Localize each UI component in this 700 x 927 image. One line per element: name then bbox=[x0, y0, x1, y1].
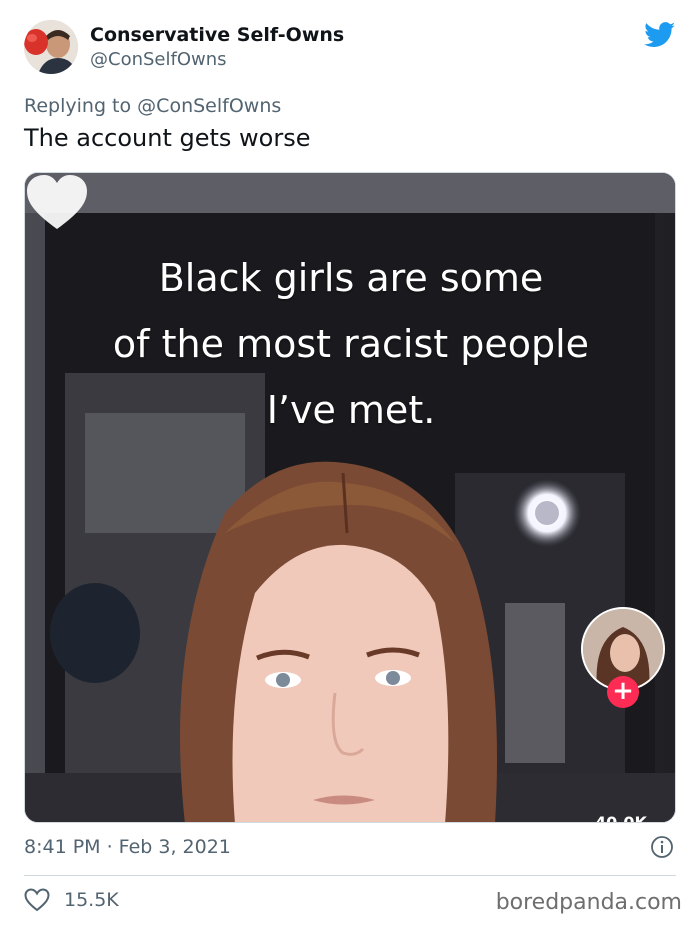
divider bbox=[24, 875, 676, 876]
author-handle[interactable]: @ConSelfOwns bbox=[90, 48, 344, 72]
video-caption: Black girls are some of the most racist … bbox=[25, 245, 675, 443]
author-names: Conservative Self-Owns @ConSelfOwns bbox=[90, 24, 344, 72]
watermark: boredpanda.com bbox=[495, 890, 682, 915]
twitter-bird-icon[interactable] bbox=[644, 22, 676, 48]
replying-prefix: Replying to bbox=[24, 95, 132, 117]
heart-outline-icon[interactable] bbox=[24, 888, 50, 912]
author-avatar[interactable] bbox=[24, 20, 78, 74]
caption-line: of the most racist people bbox=[112, 322, 590, 366]
caption-line: Black girls are some bbox=[158, 256, 544, 300]
author-display-name[interactable]: Conservative Self-Owns bbox=[90, 24, 344, 46]
tweet-header: Conservative Self-Owns @ConSelfOwns bbox=[24, 20, 676, 80]
video-like-count: 40.0K bbox=[595, 813, 647, 823]
like-action[interactable]: 15.5K bbox=[24, 888, 119, 912]
info-icon[interactable] bbox=[650, 835, 674, 859]
tweet-text: The account gets worse bbox=[24, 124, 311, 152]
caption-line: I’ve met. bbox=[266, 388, 436, 432]
replying-target-link[interactable]: @ConSelfOwns bbox=[137, 95, 281, 117]
tweet-media[interactable]: Black girls are some of the most racist … bbox=[24, 172, 676, 823]
like-count: 15.5K bbox=[64, 889, 119, 911]
replying-to: Replying to @ConSelfOwns bbox=[24, 95, 281, 117]
heart-icon[interactable] bbox=[25, 173, 89, 231]
follow-button[interactable]: + bbox=[607, 676, 639, 708]
tweet-timestamp[interactable]: 8:41 PM · Feb 3, 2021 bbox=[24, 836, 231, 858]
